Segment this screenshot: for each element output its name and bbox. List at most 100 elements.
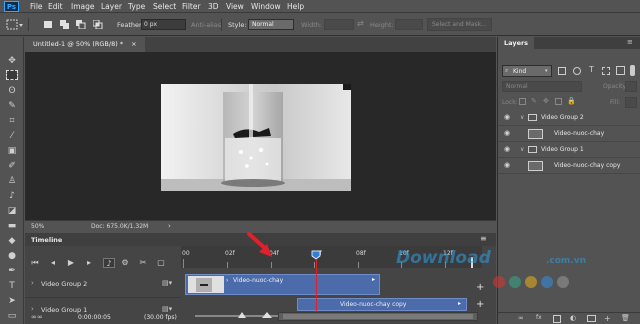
menu-layer[interactable]: Layer: [101, 0, 122, 13]
zoom-level[interactable]: 50%: [31, 223, 44, 230]
menu-type[interactable]: Type: [128, 0, 145, 13]
visibility-eye-icon[interactable]: ◉: [504, 162, 513, 169]
antialias-checkbox[interactable]: Anti-alias: [191, 21, 221, 29]
move-tool-icon[interactable]: ✥: [5, 55, 19, 67]
intersect-selection-icon[interactable]: [93, 20, 103, 29]
filter-shape-icon[interactable]: [602, 67, 610, 75]
healing-brush-tool-icon[interactable]: ▣: [5, 145, 19, 157]
dodge-tool-icon[interactable]: ●: [5, 250, 19, 262]
layer-row-video-nuoc-chay[interactable]: ◉ Video-nuoc-chay: [498, 126, 640, 142]
layer-style-icon[interactable]: fx: [536, 314, 542, 321]
panel-menu-icon[interactable]: ≡: [627, 38, 633, 46]
subtract-selection-icon[interactable]: [76, 20, 86, 29]
quick-select-tool-icon[interactable]: ✎: [5, 100, 19, 112]
feather-input[interactable]: 0 px: [141, 19, 186, 30]
zoom-slider-handle-icon[interactable]: [238, 312, 246, 318]
film-strip-icon[interactable]: ▤▾: [162, 279, 172, 287]
width-input[interactable]: [324, 19, 354, 30]
zoom-in-icon[interactable]: [262, 312, 272, 318]
menu-edit[interactable]: Edit: [48, 0, 63, 13]
crop-tool-icon[interactable]: ⌗: [5, 115, 19, 127]
menu-file[interactable]: File: [30, 0, 43, 13]
pen-tool-icon[interactable]: ✒: [5, 265, 19, 277]
rectangle-tool-icon[interactable]: ▭: [5, 310, 19, 322]
clip-menu-icon[interactable]: ▸: [372, 276, 375, 283]
visibility-eye-icon[interactable]: ◉: [504, 114, 513, 121]
gradient-tool-icon[interactable]: ▬: [5, 220, 19, 232]
height-input[interactable]: [395, 19, 423, 30]
layer-row-video-group-2[interactable]: ◉ ∨ Video Group 2: [498, 110, 640, 126]
eraser-tool-icon[interactable]: ◪: [5, 205, 19, 217]
filter-toggle[interactable]: [630, 65, 635, 76]
filter-smart-object-icon[interactable]: [616, 66, 625, 75]
menu-window[interactable]: Window: [251, 0, 281, 13]
audio-icon[interactable]: ♪: [103, 258, 115, 268]
chevron-down-icon[interactable]: ∨: [520, 146, 524, 153]
convert-frame-animation-icon[interactable]: ∞∞: [31, 313, 43, 321]
new-selection-icon[interactable]: [43, 20, 53, 29]
expand-chevron-icon[interactable]: ›: [31, 305, 34, 313]
marquee-preset-icon[interactable]: [6, 18, 24, 31]
blur-tool-icon[interactable]: ◆: [5, 235, 19, 247]
status-arrow-icon[interactable]: ›: [168, 222, 171, 230]
timeline-title[interactable]: Timeline: [31, 236, 62, 244]
settings-icon[interactable]: ⚙: [119, 258, 131, 268]
clip-chevron-icon[interactable]: ›: [226, 277, 228, 284]
marquee-tool-icon[interactable]: [6, 70, 18, 80]
type-tool-icon[interactable]: T: [5, 280, 19, 292]
eyedropper-tool-icon[interactable]: ⁄: [5, 130, 19, 142]
playhead-handle-icon[interactable]: [311, 250, 321, 260]
visibility-eye-icon[interactable]: ◉: [504, 130, 513, 137]
swap-dimensions-icon[interactable]: ⇄: [357, 19, 364, 28]
expand-chevron-icon[interactable]: ›: [31, 279, 34, 287]
filter-adjustment-icon[interactable]: [573, 67, 581, 75]
filter-type-icon[interactable]: T: [589, 65, 594, 74]
style-select[interactable]: Normal: [248, 19, 294, 30]
lasso-tool-icon[interactable]: ʘ: [5, 85, 19, 97]
layer-mask-icon[interactable]: [553, 315, 561, 323]
menu-help[interactable]: Help: [287, 0, 304, 13]
opacity-input[interactable]: [625, 81, 637, 92]
menu-image[interactable]: Image: [71, 0, 95, 13]
play-icon[interactable]: ▶: [65, 258, 77, 268]
lock-image-icon[interactable]: ✎: [531, 97, 537, 105]
menu-filter[interactable]: Filter: [182, 0, 201, 13]
delete-layer-icon[interactable]: 🗑: [621, 314, 630, 322]
clip-menu-icon[interactable]: ▸: [458, 300, 461, 307]
layers-tab[interactable]: Layers: [498, 37, 535, 49]
add-selection-icon[interactable]: [60, 20, 70, 29]
track-header-video-group-1[interactable]: › Video Group 1 ▤▾: [25, 299, 181, 314]
document-tab[interactable]: Untitled-1 @ 50% (RGB/8) * ×: [25, 37, 145, 52]
lock-transparent-icon[interactable]: [519, 98, 526, 105]
timeline-scrollbar[interactable]: [278, 312, 478, 321]
previous-frame-icon[interactable]: ◂: [47, 258, 59, 268]
new-layer-icon[interactable]: +: [604, 314, 611, 323]
path-select-tool-icon[interactable]: ➤: [5, 295, 19, 307]
history-brush-tool-icon[interactable]: ♪: [5, 190, 19, 202]
chevron-down-icon[interactable]: ∨: [520, 114, 524, 121]
lock-all-icon[interactable]: 🔒: [567, 97, 576, 105]
link-layers-icon[interactable]: ∞: [518, 314, 524, 322]
fill-input[interactable]: [625, 97, 637, 108]
transition-icon[interactable]: ▢: [155, 258, 167, 268]
add-media-icon[interactable]: +: [476, 282, 484, 293]
filter-pixel-icon[interactable]: [558, 67, 566, 75]
adjustment-layer-icon[interactable]: ◐: [570, 314, 576, 322]
lock-position-icon[interactable]: ✥: [543, 97, 549, 105]
split-at-playhead-icon[interactable]: ✂: [137, 258, 149, 268]
clone-stamp-tool-icon[interactable]: ♙: [5, 175, 19, 187]
close-tab-icon[interactable]: ×: [131, 40, 136, 48]
scrollbar-thumb[interactable]: [283, 314, 473, 319]
visibility-eye-icon[interactable]: ◉: [504, 146, 513, 153]
menu-3d[interactable]: 3D: [208, 0, 219, 13]
film-strip-icon[interactable]: ▤▾: [162, 305, 172, 313]
track-header-video-group-2[interactable]: › Video Group 2 ▤▾: [25, 270, 181, 298]
go-to-first-frame-icon[interactable]: ⏮: [29, 258, 41, 268]
timeline-clip[interactable]: › Video-nuoc-chay ▸: [185, 274, 380, 295]
layer-row-video-group-1[interactable]: ◉ ∨ Video Group 1: [498, 142, 640, 158]
new-group-icon[interactable]: [587, 315, 596, 322]
timeline-clip[interactable]: Video-nuoc-chay copy ▸: [297, 298, 467, 311]
select-and-mask-button[interactable]: Select and Mask...: [427, 18, 492, 31]
layer-row-video-nuoc-chay-copy[interactable]: ◉ Video-nuoc-chay copy: [498, 158, 640, 174]
panel-menu-icon[interactable]: ≡: [480, 234, 487, 243]
